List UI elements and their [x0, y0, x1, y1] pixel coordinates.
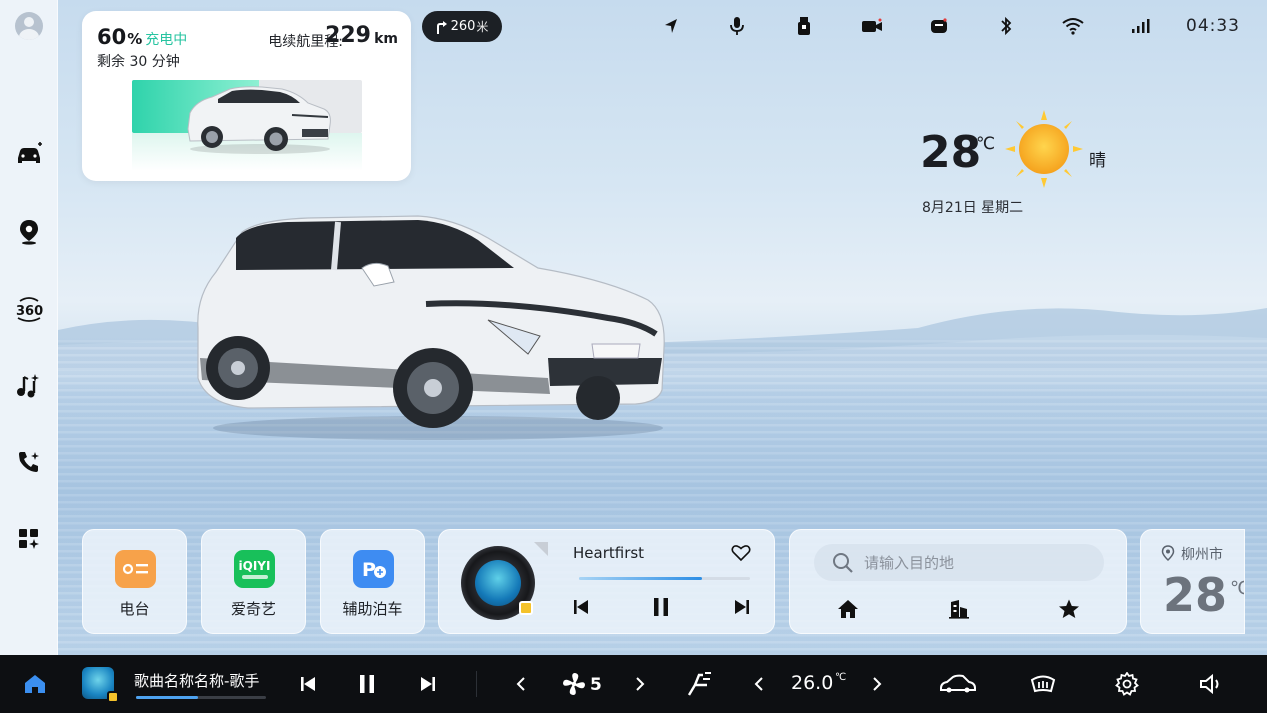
fan-increase-chevron-right-icon[interactable] [629, 669, 651, 699]
svg-text:360: 360 [16, 304, 43, 319]
location-pin-icon [1161, 545, 1175, 561]
range-unit: km [374, 31, 398, 47]
album-art [475, 560, 521, 606]
user-avatar[interactable] [15, 12, 43, 40]
sidebar-music-icon[interactable] [11, 368, 47, 404]
dock-previous-track-button[interactable] [296, 669, 320, 699]
app-card-iqiyi[interactable]: iQIYI 爱奇艺 [201, 529, 306, 634]
app-label-iqiyi: 爱奇艺 [230, 600, 276, 618]
card-corner-mark [534, 542, 548, 556]
turn-distance: 260 [450, 19, 476, 34]
dock-track-progress-fill [136, 696, 199, 699]
navigation-card[interactable] [789, 529, 1127, 634]
defrost-icon[interactable] [1028, 669, 1058, 699]
battery-card[interactable]: 60% 充电中 剩余 30 分钟 电续航里程: 229 km [82, 11, 411, 181]
dock-vip-badge-icon [107, 691, 119, 703]
fan-icon[interactable] [560, 669, 588, 699]
vehicle-control-icon[interactable] [938, 669, 978, 699]
previous-track-button[interactable] [567, 593, 595, 621]
left-sidebar: 360 [0, 0, 58, 655]
city-weather-card[interactable]: 柳州市 28 ℃ [1140, 529, 1245, 634]
sidebar-360-camera-icon[interactable]: 360 [11, 291, 47, 327]
pause-button[interactable] [647, 593, 675, 621]
ac-temperature-unit: ℃ [835, 672, 847, 683]
city-temperature-unit: ℃ [1230, 578, 1244, 599]
weather-temperature-unit: ℃ [976, 134, 996, 154]
city-name: 柳州市 [1181, 547, 1223, 563]
weather-date: 8月21日 星期二 [922, 200, 1024, 216]
sidebar-apps-icon[interactable] [11, 521, 47, 557]
search-icon [833, 552, 853, 573]
temp-increase-chevron-right-icon[interactable] [866, 669, 888, 699]
bottom-dock: 歌曲名称名称-歌手 5 26.0 ℃ [0, 655, 1267, 713]
iqiyi-logo-underline [241, 574, 268, 579]
settings-gear-icon[interactable] [1113, 669, 1141, 699]
radio-icon [115, 550, 156, 588]
parking-icon: P [353, 550, 394, 588]
usb-icon [792, 14, 816, 38]
song-progress-bar[interactable] [579, 577, 750, 580]
dock-track-name: 歌曲名称名称-歌手 [134, 672, 260, 690]
next-track-button[interactable] [728, 593, 756, 621]
turn-right-icon [436, 20, 447, 34]
vehicle-hero-image [197, 215, 665, 440]
iqiyi-logo-text: iQIYI [238, 558, 271, 573]
dock-pause-button[interactable] [355, 669, 379, 699]
destination-search-box[interactable] [814, 544, 1104, 581]
sidebar-car-icon[interactable] [11, 136, 47, 172]
vip-badge-icon [519, 601, 533, 615]
clock: 04:33 [1186, 16, 1240, 36]
app-card-radio[interactable]: 电台 [82, 529, 187, 634]
temp-decrease-chevron-left-icon[interactable] [748, 669, 770, 699]
music-player-card[interactable]: Heartfirst [438, 529, 775, 634]
battery-percent: 60% 充电中 [97, 25, 188, 49]
song-title: Heartfirst [573, 544, 645, 562]
svg-text:P: P [362, 559, 376, 581]
navigation-arrow-icon [659, 14, 683, 38]
bluetooth-icon [994, 14, 1018, 38]
signal-icon [1129, 14, 1153, 38]
home-icon[interactable] [835, 596, 861, 622]
ac-temperature: 26.0 [791, 672, 834, 694]
microphone-icon[interactable] [725, 14, 749, 38]
volume-icon[interactable] [1197, 669, 1225, 699]
weather-temperature: 28 [920, 127, 982, 178]
sidebar-map-pin-icon[interactable] [11, 214, 47, 250]
favorite-heart-icon[interactable] [727, 539, 755, 567]
range-value: 229 [325, 23, 371, 48]
dock-next-track-button[interactable] [416, 669, 440, 699]
seat-airflow-icon[interactable] [684, 669, 714, 699]
app-card-parking[interactable]: P 辅助泊车 [320, 529, 425, 634]
phone-device-icon [927, 14, 951, 38]
album-vinyl[interactable] [461, 546, 535, 620]
fan-level: 5 [590, 675, 602, 695]
destination-search-input[interactable] [864, 553, 1084, 572]
turn-distance-unit: 米 [476, 20, 489, 34]
charging-status: 充电中 [145, 32, 188, 48]
app-label-radio: 电台 [119, 600, 150, 618]
company-icon[interactable] [946, 596, 972, 622]
wifi-icon [1061, 14, 1085, 38]
sunny-weather-icon [1005, 110, 1083, 188]
fan-decrease-chevron-left-icon[interactable] [510, 669, 532, 699]
charging-remaining-time: 剩余 30 分钟 [97, 54, 180, 70]
weather-condition: 晴 [1089, 151, 1106, 171]
camera-icon [860, 14, 884, 38]
city-temperature: 28 [1163, 568, 1228, 622]
dock-track-progress[interactable] [136, 696, 266, 699]
favorite-star-icon[interactable] [1056, 596, 1082, 622]
dock-home-icon[interactable] [22, 669, 48, 699]
iqiyi-icon: iQIYI [234, 550, 275, 588]
turn-guidance-pill[interactable]: 260 米 [422, 11, 502, 42]
song-progress-fill [579, 577, 703, 580]
app-label-parking: 辅助泊车 [342, 600, 403, 618]
sidebar-phone-call-icon[interactable] [11, 444, 47, 480]
battery-car-image [187, 86, 331, 154]
dock-divider [476, 671, 477, 697]
